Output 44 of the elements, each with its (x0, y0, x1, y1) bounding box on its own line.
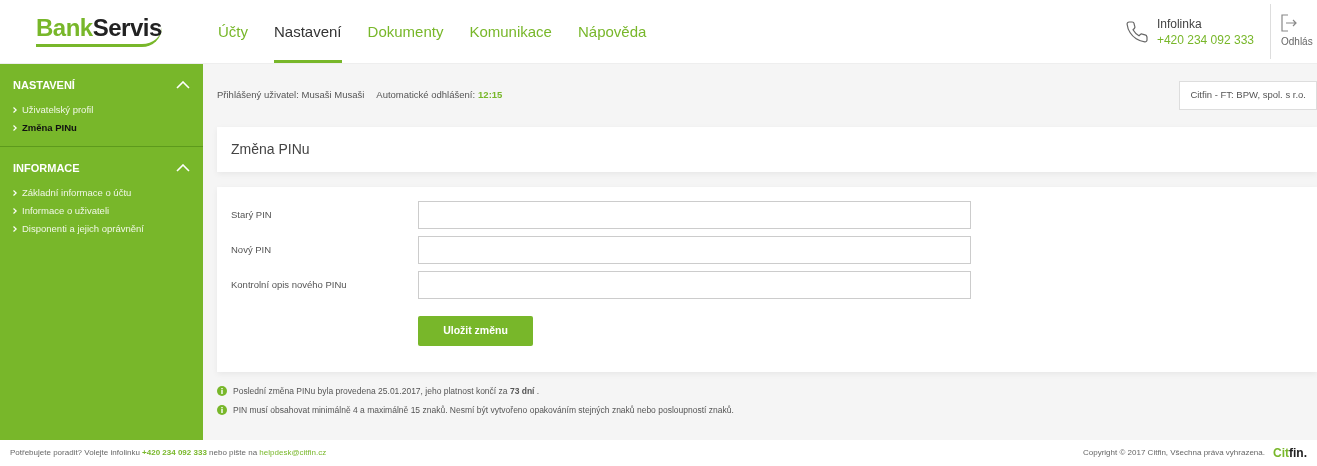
field-label: Nový PIN (231, 242, 273, 257)
sidebar-link[interactable]: Uživatelský profil (22, 102, 94, 118)
logo: BankServis (36, 16, 162, 47)
input-field[interactable] (418, 236, 971, 264)
nav-tab[interactable]: Komunikace (469, 0, 552, 63)
chevron-icon[interactable] (176, 81, 190, 89)
chevron-right-icon (13, 125, 17, 131)
info-note: PIN musí obsahovat minimálně 4 a maximálně 15 znaků. Nesmí být vytvořeno opakováním stejných znaků nebo posloupností znaků. (233, 403, 734, 417)
info-icon (217, 386, 227, 397)
info-icon (217, 405, 227, 416)
save-button[interactable]: Uložit změnu (418, 316, 533, 346)
field-label: Starý PIN (231, 207, 273, 222)
infoline-label: Infolinka (1156, 15, 1203, 32)
sidebar-link[interactable]: Informace o uživateli (22, 203, 110, 219)
info-note: Poslední změna PINu byla provedena 25.01.2017, jeho platnost končí za 73 dní . (233, 385, 540, 398)
chevron-right-icon (13, 208, 17, 214)
chevron-icon[interactable] (176, 164, 190, 172)
input-field[interactable] (418, 271, 971, 299)
copyright-text: Copyright © 2017 Citfin, Všechna práva vyhrazena. (1083, 447, 1265, 459)
nav-tab[interactable]: Nápověda (577, 0, 647, 63)
page-title: Změna PINu (231, 140, 310, 159)
auto-logout-time: 12:15 (478, 88, 503, 103)
footer-logo: Citfin. (1273, 445, 1307, 462)
session-user: Přihlášený uživatel: Musaši Musaši (217, 88, 365, 103)
auto-logout-label: Automatické odhlášení: (376, 88, 476, 103)
sidebar-link[interactable]: Změna PINu (22, 120, 77, 136)
sidebar-link[interactable]: Disponenti a jejich oprávnění (22, 221, 144, 237)
section-title: INFORMACE (13, 160, 80, 176)
chevron-right-icon (13, 226, 17, 232)
infoline-phone: +420 234 092 333 (1156, 31, 1254, 48)
nav-tab[interactable]: Dokumenty (367, 0, 444, 63)
company-selector[interactable]: Citfin - FT: BPW, spol. s r.o. (1179, 81, 1317, 110)
chevron-right-icon (13, 107, 17, 113)
footer-help-text: Potřebujete poradit? Volejte infolinku +420 234 092 333 nebo pište na helpdesk@citfin.cz (10, 447, 327, 459)
section-title: NASTAVENÍ (13, 77, 75, 93)
logout-link[interactable]: Odhlás (1281, 34, 1313, 49)
input-field[interactable] (418, 201, 971, 229)
nav-tab[interactable]: Účty (218, 0, 248, 63)
phone-icon (1124, 19, 1149, 44)
logout-icon[interactable] (1281, 14, 1297, 32)
field-label: Kontrolní opis nového PINu (231, 277, 348, 292)
email-link[interactable]: helpdesk@citfin.cz (259, 448, 327, 457)
chevron-right-icon (13, 190, 17, 196)
sidebar-link[interactable]: Základní informace o účtu (22, 185, 132, 201)
